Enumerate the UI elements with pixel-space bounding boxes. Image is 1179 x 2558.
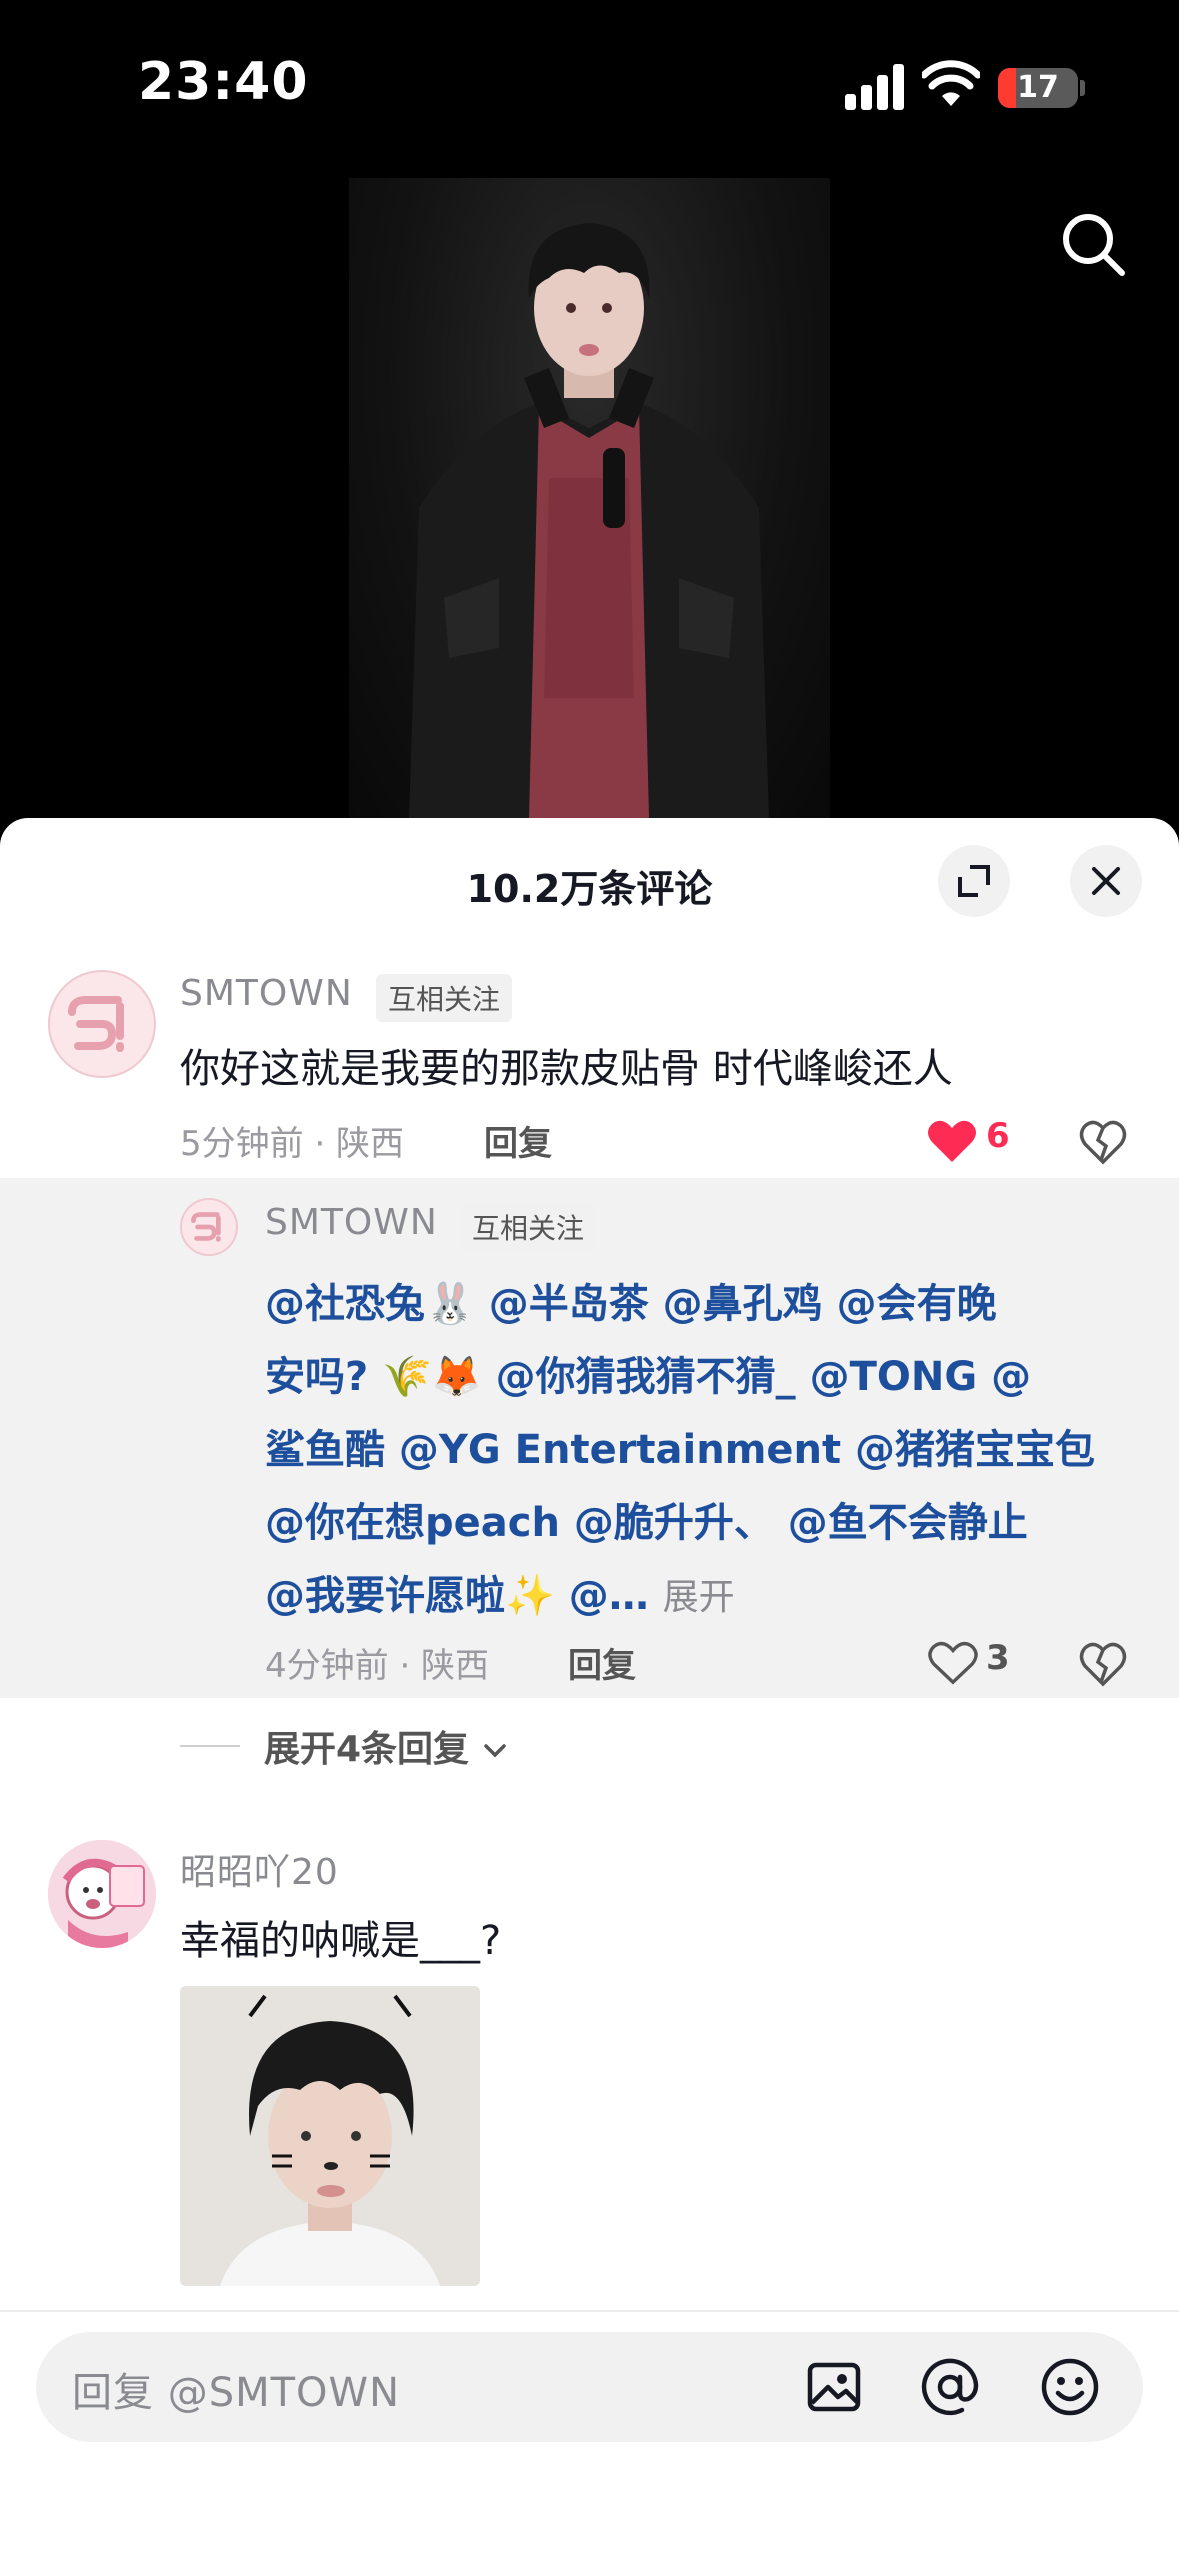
status-time: 23:40 (138, 52, 309, 112)
reply-input[interactable]: 回复 @SMTOWN (36, 2332, 1143, 2442)
chevron-down-icon (483, 1744, 506, 1758)
status-bar: 23:40 17 (0, 0, 1179, 170)
wifi-icon (922, 60, 980, 106)
mutual-follow-badge: 互相关注 (376, 974, 513, 1022)
like-count: 3 (986, 1638, 1010, 1678)
divider (180, 1745, 240, 1747)
reply-time-location: 4分钟前 · 陕西 (265, 1646, 490, 1686)
mention-line[interactable]: @你在想peach @脆升升、 @鱼不会静止 (265, 1487, 1125, 1560)
video-player[interactable] (349, 178, 830, 818)
comment-time-location: 5分钟前 · 陕西 (180, 1124, 405, 1164)
reply-thread: SMTOWN 互相关注 @社恐兔🐰 @半岛茶 @鼻孔鸡 @会有晚 安吗? 🌾🦊 … (0, 1178, 1179, 1698)
reply-button[interactable]: 回复 (568, 1638, 636, 1687)
expand-replies-label: 展开4条回复 (264, 1729, 470, 1770)
mention-line[interactable]: 安吗? 🌾🦊 @你猜我猜不猜_ @TONG @ (265, 1341, 1125, 1414)
video-frame-person (409, 223, 769, 818)
close-icon (1092, 867, 1120, 895)
comment-username[interactable]: SMTOWN (180, 973, 353, 1014)
like-count: 6 (986, 1116, 1010, 1156)
reply-mentions: @社恐兔🐰 @半岛茶 @鼻孔鸡 @会有晚 安吗? 🌾🦊 @你猜我猜不猜_ @TO… (265, 1268, 1125, 1634)
mention-line[interactable]: @社恐兔🐰 @半岛茶 @鼻孔鸡 @会有晚 (265, 1268, 1125, 1341)
close-button[interactable] (1070, 845, 1142, 917)
comment-photo (180, 1986, 480, 2286)
reply-input-placeholder: 回复 @SMTOWN (72, 2370, 401, 2416)
expand-button[interactable] (938, 845, 1010, 917)
image-icon[interactable] (802, 2355, 866, 2419)
expand-text-link[interactable]: 展开 (663, 1577, 735, 1618)
mention-line[interactable]: @我要许愿啦✨ @… (265, 1573, 649, 1619)
expand-replies-button[interactable]: 展开4条回复 (264, 1720, 508, 1772)
reply-input-bar: 回复 @SMTOWN (0, 2310, 1179, 2558)
battery-icon: 17 (998, 68, 1078, 108)
mutual-follow-badge: 互相关注 (460, 1203, 597, 1251)
cellular-signal-icon (845, 64, 905, 110)
comment-username[interactable]: 昭昭吖20 (180, 1843, 339, 1895)
heart-icon[interactable] (928, 1640, 978, 1686)
reply-button[interactable]: 回复 (484, 1116, 552, 1165)
at-icon[interactable] (918, 2355, 982, 2419)
comment-image[interactable] (180, 1986, 480, 2286)
dislike-icon[interactable] (1078, 1638, 1128, 1688)
reply-username[interactable]: SMTOWN (265, 1202, 438, 1243)
mention-line[interactable]: 鲨鱼酷 @YG Entertainment @猪猪宝宝包 (265, 1414, 1125, 1487)
comment-text: 幸福的呐喊是___? (180, 1918, 502, 1964)
avatar[interactable] (180, 1198, 238, 1256)
sm-logo-icon (68, 996, 124, 1052)
sm-logo-icon (191, 1212, 221, 1242)
avatar[interactable] (48, 1840, 156, 1948)
expand-icon (958, 865, 990, 897)
comment-text: 你好这就是我要的那款皮贴骨 时代峰峻还人 (180, 1046, 953, 1092)
dislike-icon[interactable] (1078, 1116, 1128, 1166)
heart-icon[interactable] (926, 1118, 978, 1164)
battery-level: 17 (1017, 70, 1059, 105)
cartoon-avatar-image (48, 1840, 156, 1948)
emoji-icon[interactable] (1038, 2355, 1102, 2419)
comment-sheet: 10.2万条评论 SMTOWN 互相关注 你好这就是我要的那款皮贴骨 时代峰峻还… (0, 818, 1179, 2556)
search-icon[interactable] (1054, 205, 1134, 285)
avatar[interactable] (48, 970, 156, 1078)
